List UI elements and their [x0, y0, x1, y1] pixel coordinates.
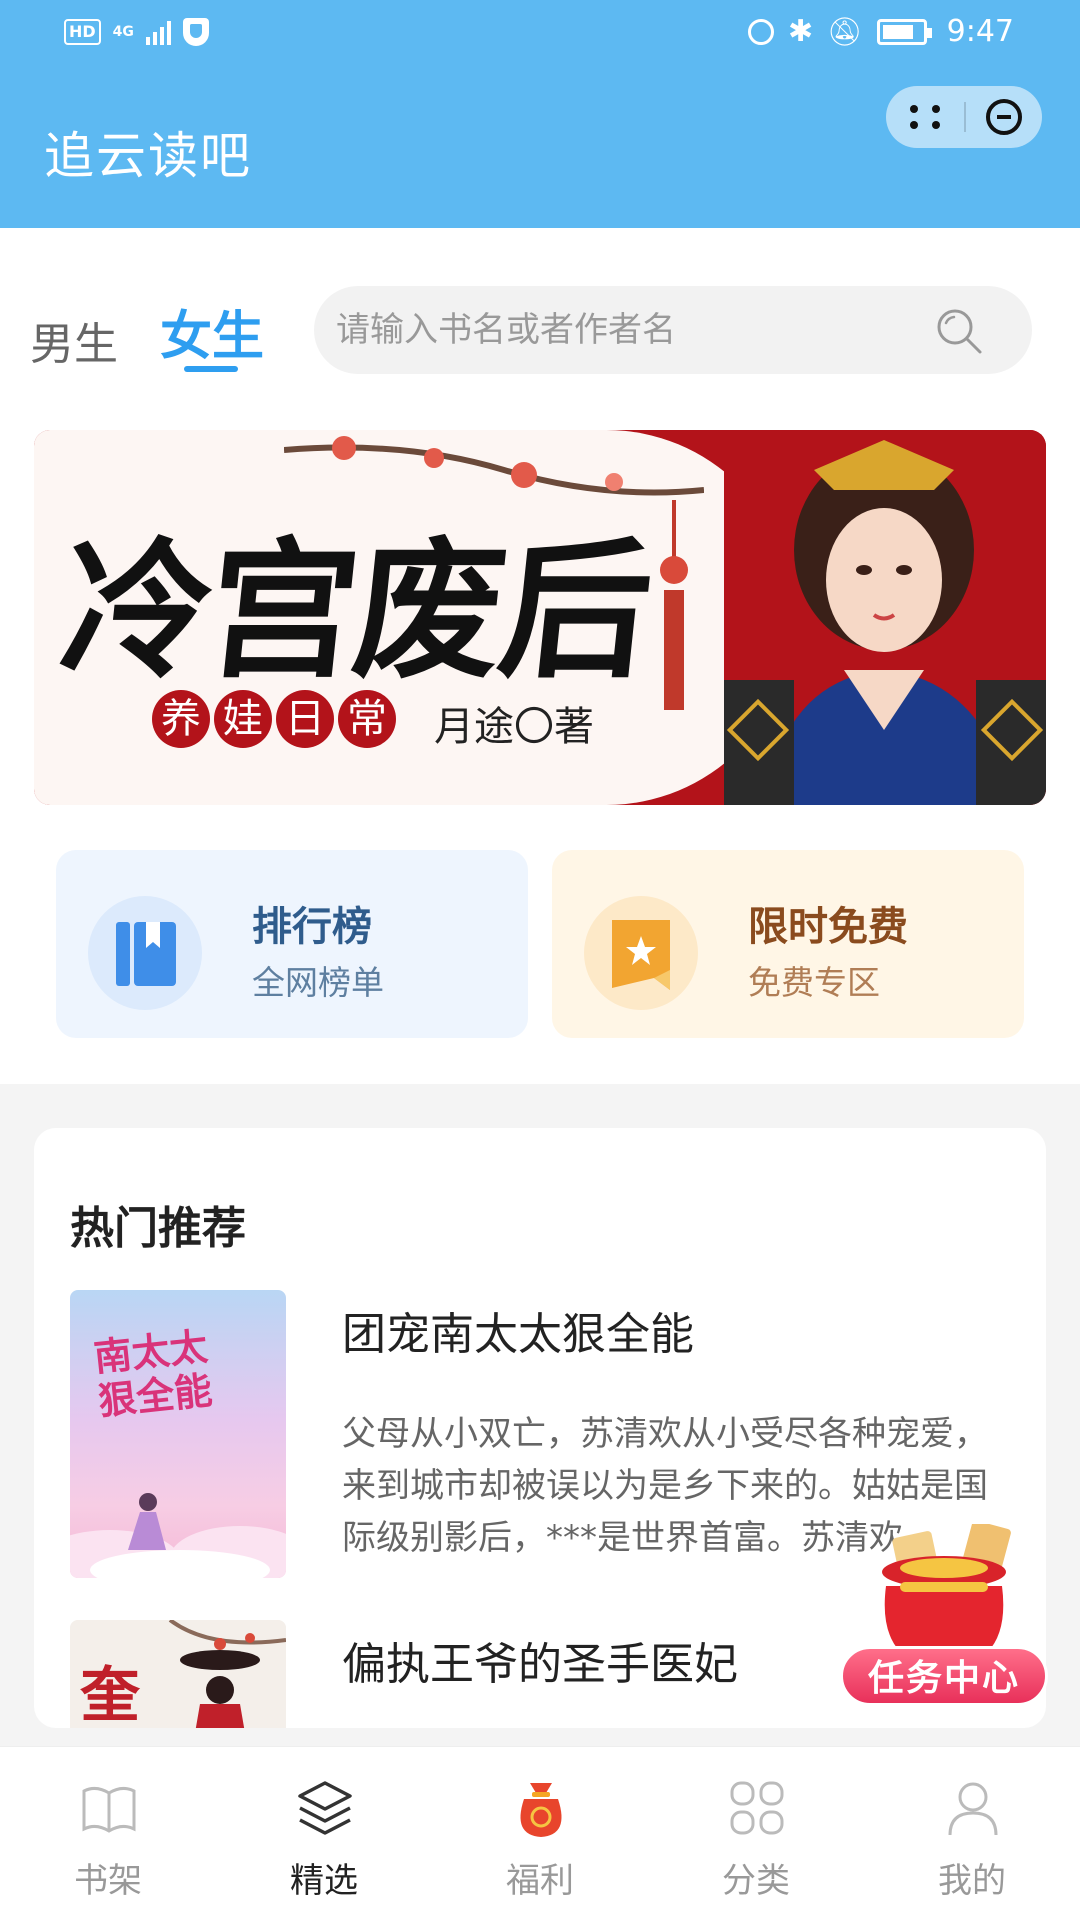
book-cover: 奎: [70, 1620, 286, 1728]
capsule-divider: [964, 102, 966, 132]
empress-illustration: [724, 430, 1046, 805]
tab-male[interactable]: 男生: [30, 308, 118, 372]
app-title: 追云读吧: [44, 127, 252, 185]
book-title: 偏执王爷的圣手医妃: [342, 1639, 738, 1690]
bluetooth-icon: ✱: [787, 14, 814, 49]
free-entry[interactable]: 限时免费 免费专区: [552, 850, 1024, 1038]
search-icon[interactable]: [934, 306, 984, 356]
book-cover: 南太太 狠全能: [70, 1290, 286, 1578]
lucky-bag-icon: [520, 1783, 562, 1837]
cloud-girl-illustration: [70, 1493, 286, 1578]
tab-welfare[interactable]: 福利: [432, 1747, 648, 1920]
layers-icon: [298, 1781, 352, 1835]
alarm-icon: [747, 18, 774, 45]
battery-icon: [876, 18, 932, 45]
tab-label: 我的: [938, 1861, 1006, 1901]
promo-banner[interactable]: 冷宫废后 养 娃 日 常 月途〇著: [34, 430, 1046, 805]
ranking-title: 排行榜: [252, 904, 372, 950]
banner-title: 冷宫废后: [53, 523, 656, 699]
search-bar: [314, 286, 1032, 374]
tab-label: 分类: [722, 1861, 790, 1901]
signal-icon: [145, 19, 171, 45]
bottom-tab-bar: 书架 精选 福利 分类 我的: [0, 1746, 1080, 1920]
hd-indicator: HD: [64, 19, 101, 45]
banner-subtitle: 养 娃 日 常: [152, 690, 396, 748]
book-icon: [116, 922, 176, 986]
subtitle-char: 日: [276, 690, 334, 748]
free-title: 限时免费: [748, 904, 908, 950]
grid-icon: [730, 1781, 784, 1835]
tab-featured[interactable]: 精选: [216, 1747, 432, 1920]
status-right: ✱ 🔕︎ 9:47: [747, 14, 1014, 49]
mute-icon: 🔕︎: [827, 15, 863, 48]
cover-title: 南太太 狠全能: [91, 1323, 215, 1424]
banner-author: 月途〇著: [434, 704, 594, 750]
free-subtitle: 免费专区: [748, 963, 880, 1002]
shield-icon: [182, 18, 209, 46]
ranking-entry[interactable]: 排行榜 全网榜单: [56, 850, 528, 1038]
tab-bookshelf[interactable]: 书架: [0, 1747, 216, 1920]
active-tab-indicator: [184, 366, 238, 372]
tab-female[interactable]: 女生: [160, 294, 264, 369]
subtitle-char: 养: [152, 690, 210, 748]
tab-label: 书架: [74, 1861, 142, 1901]
minimize-icon[interactable]: [986, 99, 1022, 135]
search-input[interactable]: [336, 286, 916, 374]
book-icon: [82, 1786, 136, 1833]
cover-illustration: 奎: [70, 1620, 286, 1728]
status-bar: HD 4G ✱ 🔕︎ 9:47: [0, 0, 1080, 70]
network-type: 4G: [112, 24, 134, 40]
task-center-float[interactable]: 任务中心: [836, 1510, 1048, 1710]
ranking-icon-bg: [88, 896, 202, 1010]
tassel-decoration: [660, 500, 688, 710]
ranking-subtitle: 全网榜单: [252, 963, 384, 1002]
miniapp-capsule: [886, 86, 1042, 148]
app-header: HD 4G ✱ 🔕︎ 9:47 追云读吧: [0, 0, 1080, 228]
subtitle-char: 娃: [214, 690, 272, 748]
subtitle-char: 常: [338, 690, 396, 748]
user-icon: [948, 1782, 998, 1836]
svg-text:奎: 奎: [80, 1661, 141, 1728]
tab-mine[interactable]: 我的: [864, 1747, 1080, 1920]
book-title: 团宠南太太狠全能: [342, 1309, 694, 1360]
tab-label: 福利: [506, 1861, 574, 1901]
section-title: 热门推荐: [70, 1203, 246, 1254]
star-flag-icon: [612, 920, 670, 990]
task-center-label: 任务中心: [840, 1646, 1048, 1706]
more-menu-icon[interactable]: [906, 102, 946, 132]
clock: 9:47: [946, 14, 1014, 49]
tab-label: 精选: [290, 1861, 358, 1901]
free-icon-bg: [584, 896, 698, 1010]
status-left: HD 4G: [64, 18, 209, 46]
tab-category[interactable]: 分类: [648, 1747, 864, 1920]
